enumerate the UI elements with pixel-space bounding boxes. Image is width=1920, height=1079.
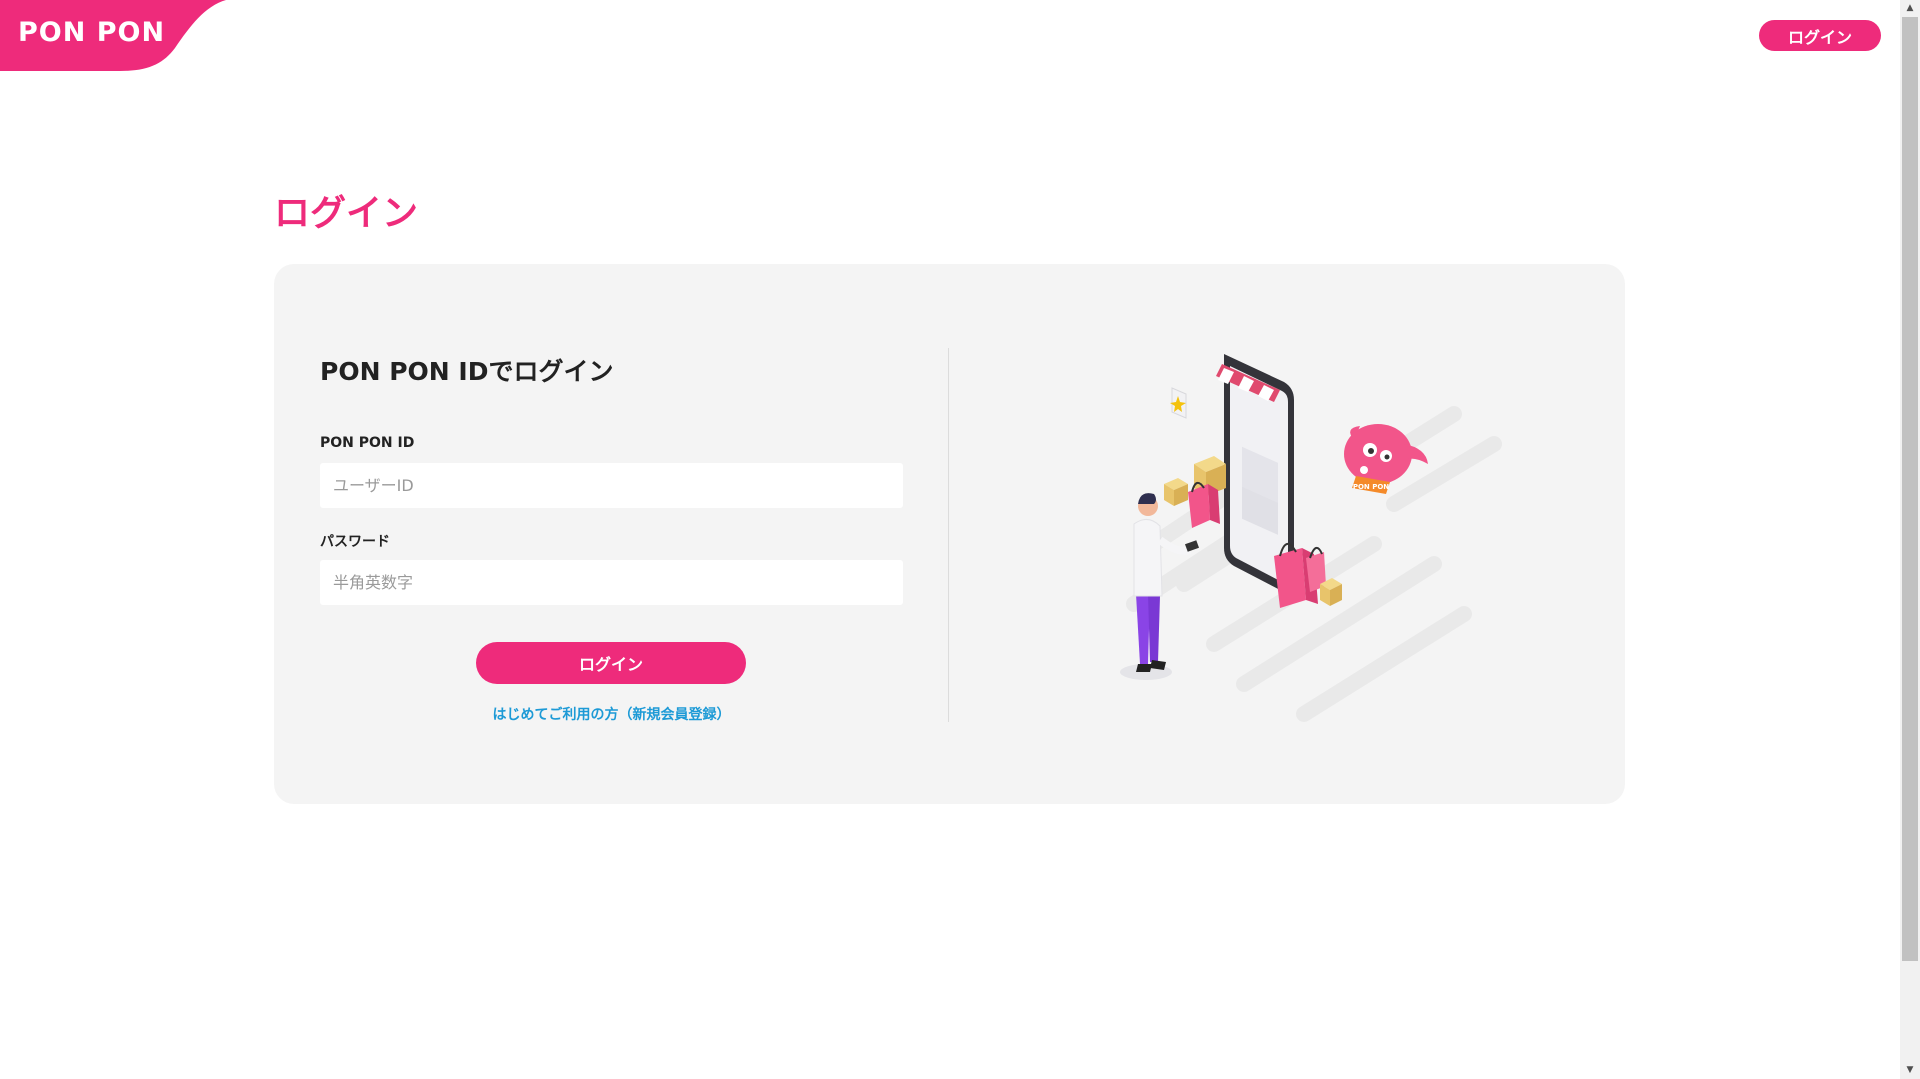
mascot-badge-text: PON PON [1353,483,1389,491]
scroll-thumb[interactable] [1902,17,1918,961]
password-label: パスワード [320,534,390,550]
brand-logo[interactable]: PON PON [0,0,230,72]
scroll-down-arrow-icon[interactable]: ▼ [1900,1062,1920,1079]
shopping-bag-left-shape [1188,481,1220,528]
card-divider [948,348,949,722]
register-link[interactable]: はじめてご利用の方（新規会員登録） [320,704,903,724]
password-input[interactable] [320,560,903,605]
login-submit-button[interactable]: ログイン [476,642,746,684]
user-id-input[interactable] [320,463,903,508]
user-id-label: PON PON ID [320,435,415,451]
login-card: PON PON IDでログイン PON PON ID パスワード ログイン はじ… [274,264,1625,804]
page-title: ログイン [274,193,419,234]
logo-text: PON PON [18,17,166,48]
scroll-up-arrow-icon[interactable]: ▲ [1900,0,1920,17]
form-heading: PON PON IDでログイン [320,357,614,386]
header-login-button[interactable]: ログイン [1759,20,1881,51]
shopping-illustration: PON PON [1120,354,1502,722]
vertical-scrollbar[interactable]: ▲ ▼ [1900,0,1920,1079]
star-tag-shape [1170,387,1187,419]
